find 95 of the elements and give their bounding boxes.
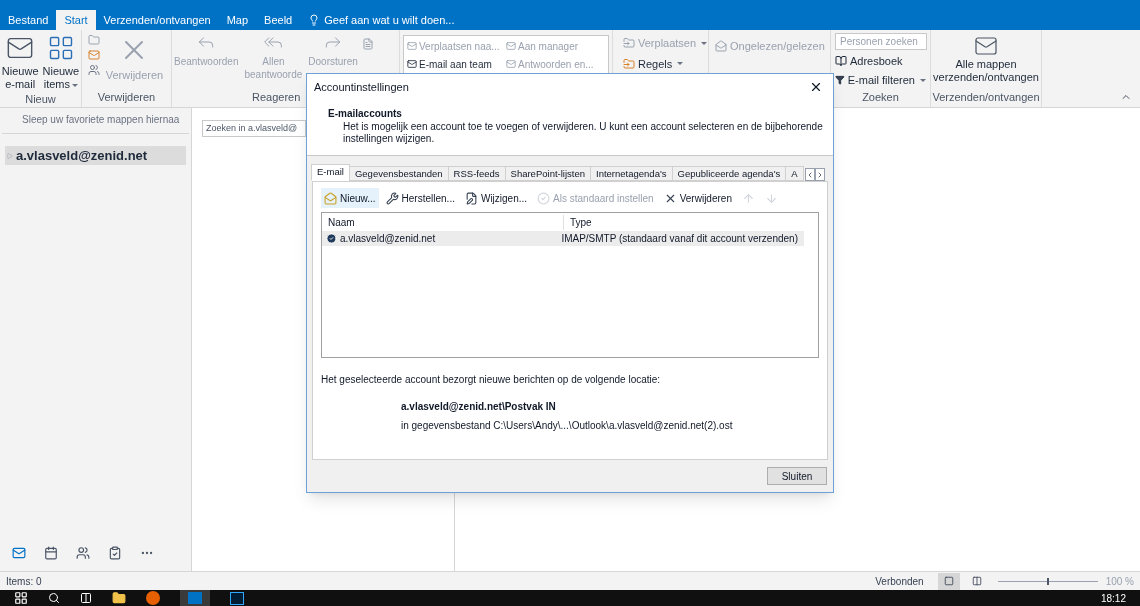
- dialog-description: Het is mogelijk een account toe te voegen of verwijderen. U kunt een account selecteren en de bijbehorende instellingen wijzigen.: [342, 121, 823, 145]
- column-header: Naam: [322, 214, 564, 230]
- dialog-tab[interactable]: SharePoint-lijsten: [504, 166, 591, 181]
- nav-button[interactable]: [108, 546, 122, 560]
- default-check-icon: [326, 233, 337, 244]
- tools-icon: [385, 191, 399, 205]
- people-icon: [87, 64, 100, 76]
- start-icon[interactable]: [14, 591, 28, 605]
- ribbon-group-label: Nieuw: [25, 92, 56, 107]
- lightbulb-icon: [308, 14, 321, 26]
- dialog-tab[interactable]: Internetagenda's: [590, 166, 673, 181]
- quick-step[interactable]: E-mail aan team: [407, 55, 506, 73]
- view-icon: [971, 576, 982, 586]
- ribbon-group-label: Verzenden/ontvangen: [932, 89, 1040, 105]
- ribbon-menu-button[interactable]: Adresboek: [835, 52, 926, 69]
- envelope-icon: [506, 59, 516, 69]
- nav-button[interactable]: [44, 546, 58, 560]
- ribbon-group-label: Verwijderen: [97, 89, 156, 105]
- dialog-tab[interactable]: Gegevensbestanden: [348, 166, 449, 181]
- ribbon-menu-button[interactable]: Regels: [623, 55, 708, 72]
- view-icon: [943, 576, 954, 586]
- search-icon[interactable]: [48, 592, 60, 604]
- scroll-right-button[interactable]: [814, 168, 825, 181]
- browser-icon[interactable]: [146, 591, 160, 605]
- folder-icon: [623, 37, 635, 50]
- calendar-icon: [44, 546, 58, 560]
- envelope-icon: [87, 49, 100, 61]
- envelope-icon: [715, 40, 727, 53]
- zoom-level: 100 %: [1105, 574, 1134, 589]
- location-file: in gegevensbestand C:\Users\Andy\...\Outlook\a.vlasveld@zenid.net(2).ost: [400, 419, 734, 433]
- check-icon: [537, 191, 551, 205]
- connection-status: Verbonden: [875, 574, 924, 589]
- folder-icon: [623, 57, 635, 70]
- task-view-icon[interactable]: [80, 592, 92, 604]
- location-folder: a.vlasveld@zenid.net\Postvak IN: [400, 400, 557, 414]
- scroll-left-button[interactable]: [804, 168, 815, 181]
- toolbar-button[interactable]: Wijzigen...: [461, 188, 531, 208]
- zoom-thumb[interactable]: [1046, 577, 1049, 585]
- dialog-heading: E-mailaccounts: [328, 107, 403, 121]
- account-row[interactable]: a.vlasveld@zenid.net IMAP/SMTP (standaard vanaf dit account verzenden): [322, 231, 804, 246]
- dialog-tab[interactable]: RSS-feeds: [447, 166, 506, 181]
- dropdown-caret-icon: [677, 62, 684, 66]
- nav-button[interactable]: [12, 546, 26, 560]
- envelope-icon: [324, 191, 337, 205]
- toolbar-button[interactable]: Verwijderen: [660, 188, 735, 208]
- ribbon-button[interactable]: Nieuwe e-mail: [0, 30, 41, 91]
- location-intro: Het geselecteerde account bezorgt nieuwe berichten op de volgende locatie:: [321, 373, 662, 387]
- ribbon-tab[interactable]: Start: [56, 10, 96, 30]
- app-icon[interactable]: [230, 591, 244, 605]
- normal-view-button[interactable]: [937, 572, 960, 590]
- dropdown-caret-icon: [701, 41, 708, 45]
- nav-button[interactable]: [76, 546, 90, 560]
- dialog-tab[interactable]: A: [785, 166, 804, 181]
- clock: 18:12: [1100, 591, 1126, 606]
- toolbar-button[interactable]: Nieuw...: [321, 188, 379, 208]
- envelope-icon: [407, 41, 417, 51]
- ribbon-tab[interactable]: Beeld: [256, 10, 301, 30]
- table-cell: a.vlasveld@zenid.net: [322, 231, 556, 246]
- expand-icon: [7, 152, 13, 159]
- ribbon-button[interactable]: Alle mappen verzenden/ontvangen: [933, 34, 1039, 84]
- people-search-field[interactable]: Personen zoeken: [835, 33, 927, 50]
- dialog-tab[interactable]: E-mail: [311, 164, 350, 181]
- people-icon: [76, 546, 90, 560]
- ribbon-tab[interactable]: Bestand: [0, 10, 57, 30]
- down-arrow-icon: [764, 191, 778, 205]
- column-header: Type: [569, 215, 593, 230]
- mail-icon: [12, 546, 26, 560]
- address-book-icon: [835, 54, 847, 67]
- items-count: Items: 0: [6, 574, 42, 589]
- envelope-icon: [407, 59, 417, 69]
- tasks-icon: [108, 546, 122, 560]
- toolbar-button[interactable]: Herstellen...: [382, 188, 458, 208]
- filter-icon: [835, 74, 845, 87]
- send-receive-icon: [974, 34, 998, 58]
- dialog-title: Accountinstellingen: [314, 79, 409, 95]
- dialog-tab[interactable]: Gepubliceerde agenda's: [671, 166, 787, 181]
- table-cell-text: IMAP/SMTP (standaard vanaf dit account verzenden): [560, 232, 799, 246]
- ribbon-tab[interactable]: Verzenden/ontvangen: [95, 10, 219, 30]
- up-arrow-icon: [741, 191, 755, 205]
- ribbon-tab[interactable]: Map: [218, 10, 257, 30]
- ribbon-button[interactable]: Nieuwe items: [40, 30, 82, 91]
- ribbon-group-label: Reageren: [252, 90, 301, 103]
- favorites-hint: Sleep uw favoriete mappen hiernaa: [22, 113, 180, 127]
- close-dialog-button[interactable]: Sluiten: [767, 467, 827, 485]
- tell-me-box[interactable]: Geef aan wat u wilt doen...: [300, 10, 463, 30]
- account-folder[interactable]: a.vlasveld@zenid.net: [5, 146, 186, 165]
- ribbon-menu-button[interactable]: E-mail filteren: [835, 72, 926, 89]
- ribbon-group-label: Zoeken: [862, 90, 899, 103]
- close-icon: [809, 80, 823, 94]
- zoom-slider[interactable]: [997, 576, 1098, 586]
- envelope-icon: [506, 41, 516, 51]
- search-field[interactable]: Zoeken in a.vlasveld@: [202, 119, 306, 137]
- folder-icon[interactable]: [112, 591, 126, 605]
- edit-icon: [464, 191, 478, 205]
- folder-icon: [87, 34, 100, 46]
